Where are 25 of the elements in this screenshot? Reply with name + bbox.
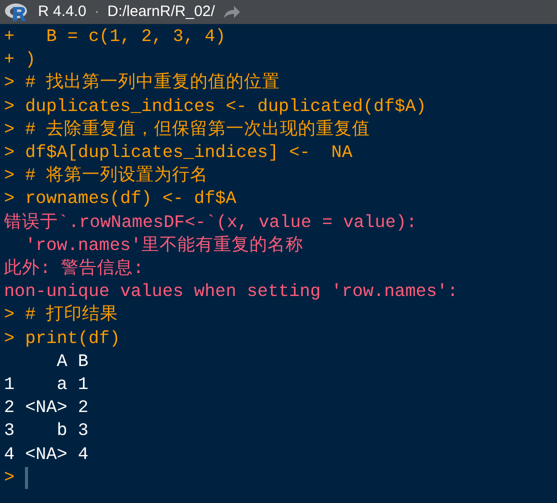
error-message-line: non-unique values when setting 'row.names': [4,281,458,304]
error-message-line: 错误于`.rowNamesDF<-`(x, value = value): [4,212,417,235]
console-output-line: 4 <NA> 4 [4,444,88,467]
error-message-line: 此外: 警告信息: [4,258,144,282]
console-output-line: 1 a 1 [4,374,88,398]
console-input-line: > # 将第一列设置为行名 [4,165,208,188]
console-input-line: > df$A[duplicates_indices] <- NA [4,142,352,166]
redirect-arrow-icon[interactable] [222,5,241,19]
working-directory: D:/learnR/R_02/ [107,2,215,22]
console-input-line: > # 找出第一列中重复的值的位置 [4,72,280,96]
console-input-line: > duplicates_indices <- duplicated(df$A) [4,96,426,119]
console-prompt: > [4,466,15,490]
console-output-line: 3 b 3 [4,420,88,444]
console-input-line: > # 去除重复值，但保留第一次出现的重复值 [4,118,370,142]
r-version: R 4.4.0 [38,2,86,22]
console-input-line: > print(df) [4,328,120,351]
console-input-line: + B = c(1, 2, 3, 4) [4,26,226,49]
error-message-line: 'row.names'里不能有重复的名称 [24,234,304,258]
console-output-line: A B [56,350,88,374]
console-input-line: + ) [4,49,36,72]
separator-dot: · [94,2,100,22]
text-cursor[interactable] [24,467,28,490]
console-output-line: 2 <NA> 2 [4,397,88,420]
console-input-line: > rownames(df) <- df$A [4,188,236,212]
console-input-line: > # 打印结果 [4,304,118,328]
